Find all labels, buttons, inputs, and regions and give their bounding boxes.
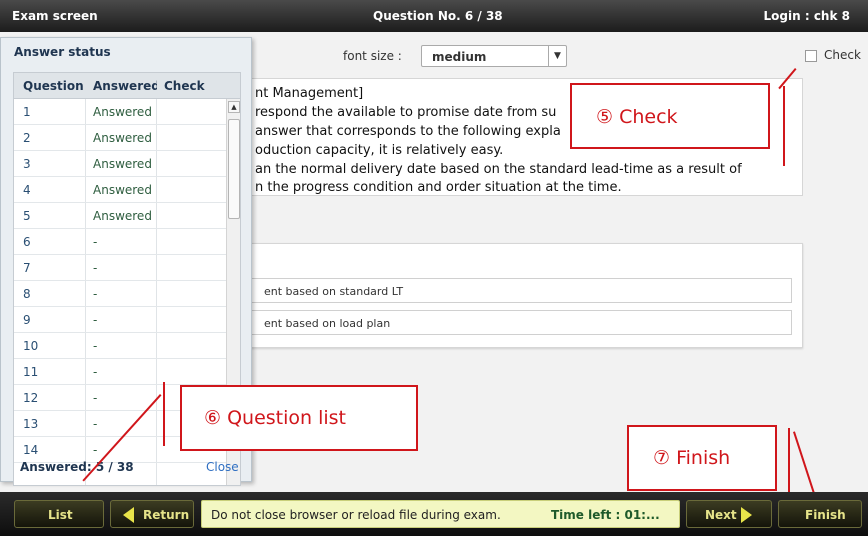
question-list-callout-line [163, 382, 165, 446]
question-line: an the normal delivery date based on the… [255, 162, 742, 177]
table-row[interactable]: 1 Answered [14, 99, 226, 125]
row-answered-status: Answered [93, 131, 152, 145]
question-line: nt Management] [255, 86, 364, 101]
scroll-up-icon[interactable]: ▲ [228, 101, 240, 113]
next-button[interactable]: Next [686, 500, 772, 528]
row-answered-status: - [93, 235, 98, 249]
row-question-number: 2 [23, 131, 31, 145]
row-question-number: 6 [23, 235, 31, 249]
row-question-number: 3 [23, 157, 31, 171]
finish-button[interactable]: Finish [778, 500, 862, 528]
row-answered-status: - [93, 417, 98, 431]
notice-bar: Do not close browser or reload file duri… [201, 500, 680, 528]
answer-choice-label: ent based on standard LT [264, 285, 404, 298]
table-row[interactable]: 4 Answered [14, 177, 226, 203]
app-title: Exam screen [12, 9, 98, 23]
table-row[interactable]: 10 - [14, 333, 226, 359]
answer-choices-box: ent based on standard LT ent based on lo… [240, 243, 803, 348]
close-link[interactable]: Close [206, 460, 239, 474]
scroll-thumb[interactable] [228, 119, 240, 219]
return-button[interactable]: Return [110, 500, 194, 528]
row-answered-status: - [93, 443, 98, 457]
footer-bar: List Return Do not close browser or relo… [0, 492, 868, 536]
row-question-number: 11 [23, 365, 39, 379]
row-question-number: 1 [23, 105, 31, 119]
question-list-callout-label: ⑥ Question list [204, 407, 346, 429]
answer-choice[interactable]: ent based on standard LT [251, 278, 792, 303]
question-line: answer that corresponds to the following… [255, 124, 561, 139]
row-answered-status: Answered [93, 183, 152, 197]
table-row[interactable]: 11 - [14, 359, 226, 385]
row-answered-status: Answered [93, 105, 152, 119]
login-info: Login : chk 8 [763, 9, 850, 23]
font-size-value: medium [432, 50, 487, 64]
row-answered-status: - [93, 313, 98, 327]
check-checkbox[interactable] [805, 50, 817, 62]
table-row[interactable]: 5 Answered [14, 203, 226, 229]
row-answered-status: - [93, 261, 98, 275]
row-answered-status: - [93, 391, 98, 405]
arrow-left-icon [123, 507, 134, 523]
answer-status-title: Answer status [14, 45, 111, 59]
row-answered-status: Answered [93, 209, 152, 223]
row-answered-status: - [93, 287, 98, 301]
finish-callout-label: ⑦ Finish [653, 447, 731, 469]
row-question-number: 12 [23, 391, 39, 405]
exam-screen: Exam screen Question No. 6 / 38 Login : … [0, 0, 868, 536]
row-question-number: 8 [23, 287, 31, 301]
question-number: Question No. 6 / 38 [373, 9, 503, 23]
table-header: Question Answered Check [14, 73, 240, 99]
check-callout-label: ⑤ Check [596, 106, 678, 128]
row-question-number: 10 [23, 339, 39, 353]
list-button[interactable]: List [14, 500, 104, 528]
question-list-callout: ⑥ Question list [180, 385, 418, 451]
finish-button-label: Finish [805, 508, 846, 522]
question-line: respond the available to promise date fr… [255, 105, 557, 120]
table-row[interactable]: 6- [14, 229, 226, 255]
table-row[interactable]: 9- [14, 307, 226, 333]
font-size-select[interactable]: medium ▼ [421, 45, 567, 67]
row-answered-status: - [93, 339, 98, 353]
font-size-label: font size : [343, 49, 402, 63]
row-question-number: 7 [23, 261, 31, 275]
row-question-number: 4 [23, 183, 31, 197]
row-question-number: 14 [23, 443, 39, 457]
row-question-number: 5 [23, 209, 31, 223]
row-question-number: 9 [23, 313, 31, 327]
list-button-label: List [48, 508, 73, 522]
check-callout-line [783, 86, 785, 166]
notice-text: Do not close browser or reload file duri… [211, 508, 501, 522]
return-button-label: Return [143, 508, 190, 522]
table-row[interactable]: 8- [14, 281, 226, 307]
check-callout: ⑤ Check [570, 83, 770, 149]
table-row[interactable]: 7- [14, 255, 226, 281]
next-button-label: Next [705, 508, 737, 522]
column-header-check: Check [164, 79, 205, 93]
chevron-down-icon[interactable]: ▼ [548, 46, 566, 66]
answer-choice-label: ent based on load plan [264, 317, 391, 330]
answered-count: Answered: 5 / 38 [20, 460, 134, 474]
column-header-question: Question [23, 79, 84, 93]
column-header-answered: Answered [93, 79, 157, 93]
table-row[interactable]: 3 Answered [14, 151, 226, 177]
check-label[interactable]: Check [824, 48, 861, 62]
row-answered-status: - [93, 365, 98, 379]
time-left: Time left : 01:... [551, 508, 660, 522]
table-row[interactable]: 2 Answered [14, 125, 226, 151]
finish-callout: ⑦ Finish [627, 425, 777, 491]
question-line: oduction capacity, it is relatively easy… [255, 143, 504, 158]
row-answered-status: Answered [93, 157, 152, 171]
row-question-number: 13 [23, 417, 39, 431]
arrow-right-icon [741, 507, 752, 523]
question-line: n the progress condition and order situa… [255, 180, 622, 195]
answer-choice[interactable]: ent based on load plan [251, 310, 792, 335]
finish-callout-line [788, 428, 790, 494]
header-bar: Exam screen Question No. 6 / 38 Login : … [0, 0, 868, 32]
